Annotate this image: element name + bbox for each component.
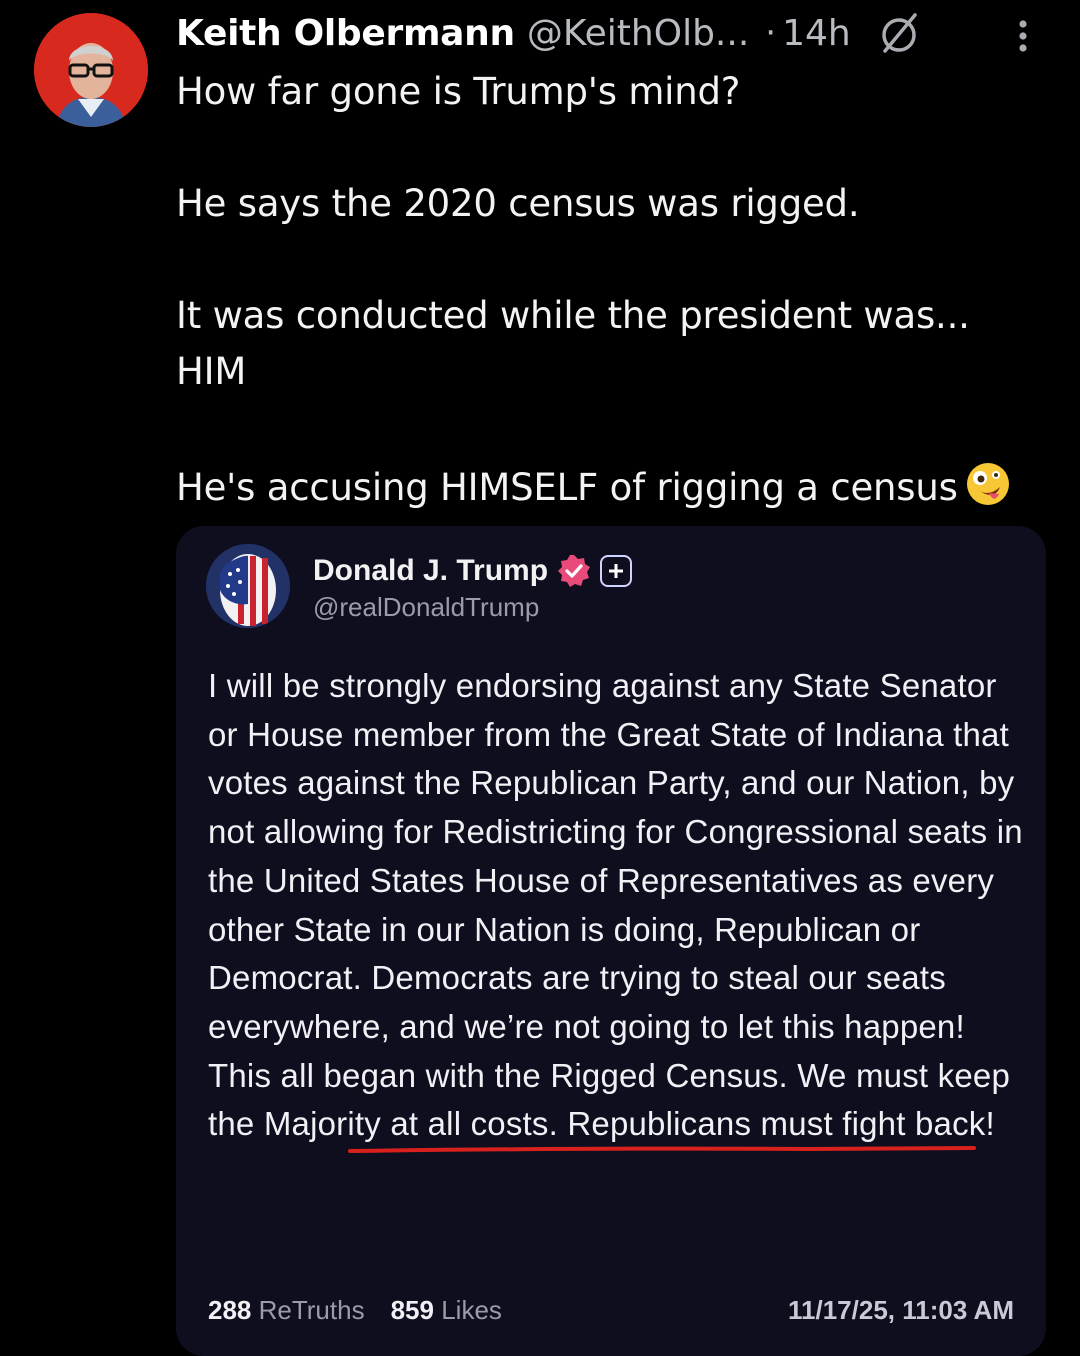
grok-slash-icon[interactable] xyxy=(875,9,923,57)
tweet-line: It was conducted while the president was… xyxy=(176,294,970,337)
quoted-author-name[interactable]: Donald J. Trump xyxy=(313,554,548,588)
retruths-label: ReTruths xyxy=(258,1294,365,1325)
tweet-line: He says the 2020 census was rigged. xyxy=(176,182,860,225)
tweet-line-last: He's accusing HIMSELF of rigging a censu… xyxy=(176,460,1056,516)
likes-label: Likes xyxy=(441,1294,502,1325)
quoted-author-avatar[interactable] xyxy=(206,544,290,628)
zany-face-emoji-icon xyxy=(964,460,1012,508)
red-underline-mark xyxy=(348,1146,976,1153)
author-avatar[interactable] xyxy=(34,13,148,127)
underlined-text: This all began with the Rigged Census. xyxy=(208,1056,788,1094)
likes-stat[interactable]: 859 Likes xyxy=(391,1295,502,1326)
quoted-stats-bar: 288 ReTruths 859 Likes 11/17/25, 11:03 A… xyxy=(208,1290,1014,1330)
retruths-count: 288 xyxy=(208,1294,252,1325)
retruths-stat[interactable]: 288 ReTruths xyxy=(208,1295,365,1326)
timestamp[interactable]: 14h xyxy=(782,13,851,54)
author-name[interactable]: Keith Olbermann xyxy=(176,13,515,54)
tweet-line: HIM xyxy=(176,350,247,393)
likes-count: 859 xyxy=(390,1294,434,1325)
quoted-timestamp: 11/17/25, 11:03 AM xyxy=(788,1294,1014,1325)
tweet-body: How far gone is Trump's mind? He says th… xyxy=(176,64,1056,516)
quoted-author-handle[interactable]: @realDonaldTrump xyxy=(313,592,539,623)
verified-badge-icon xyxy=(556,553,592,589)
author-handle[interactable]: @KeithOlb... xyxy=(527,13,749,54)
separator-dot: · xyxy=(765,13,777,53)
quoted-text-part: I will be strongly endorsing against any… xyxy=(208,667,1023,1045)
tweet-line: He's accusing HIMSELF of rigging a censu… xyxy=(176,466,958,509)
quoted-post-card[interactable]: Donald J. Trump @realDonaldTrump I will … xyxy=(176,526,1046,1356)
tweet-header: Keith Olbermann @KeithOlb... · 14h xyxy=(176,8,1056,58)
quoted-post-body: I will be strongly endorsing against any… xyxy=(208,662,1028,1149)
plus-badge-icon xyxy=(600,555,633,587)
quoted-name-row: Donald J. Trump xyxy=(313,548,633,594)
tweet-line: How far gone is Trump's mind? xyxy=(176,70,741,113)
more-vertical-icon[interactable] xyxy=(1008,14,1038,58)
